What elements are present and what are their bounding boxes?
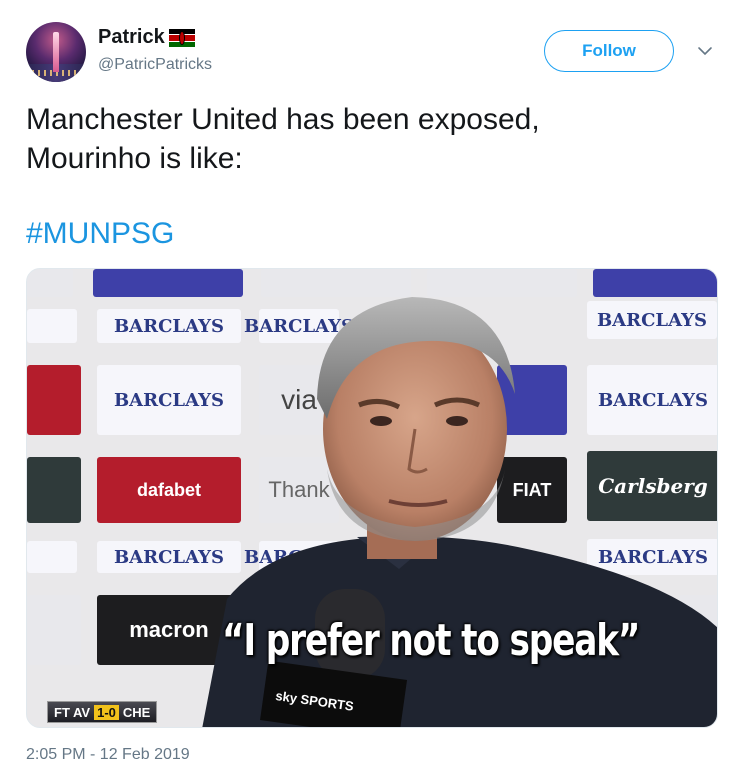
meme-caption: “I prefer not to speak” xyxy=(222,615,640,666)
tweet-timestamp[interactable]: 2:05 PM - 12 Feb 2019 xyxy=(26,746,190,764)
display-name[interactable]: Patrick xyxy=(98,26,165,49)
tweet-media-image[interactable]: BARCLAYS BARCLAYS BARCLAYS BARCLAYS via … xyxy=(26,268,718,728)
tweet-text-line: Manchester United has been exposed, xyxy=(26,103,540,136)
follow-button[interactable]: Follow xyxy=(544,30,674,72)
user-avatar[interactable] xyxy=(26,22,86,82)
tweet-text-line: Mourinho is like: xyxy=(26,142,243,175)
name-row: Patrick xyxy=(98,26,195,49)
chevron-down-icon[interactable] xyxy=(696,42,714,60)
hashtag-link[interactable]: #MUNPSG xyxy=(26,214,174,254)
scoreboard-score: 1-0 xyxy=(94,704,119,720)
tweet-text: Manchester United has been exposed, Mour… xyxy=(26,100,726,178)
kenya-flag-icon xyxy=(168,28,195,47)
scoreboard-label: FT AV xyxy=(54,704,91,720)
tweet-header: Patrick @PatricPatricks Follow xyxy=(26,22,726,86)
scoreboard-team: CHE xyxy=(122,704,151,720)
scoreboard: FT AV 1-0 CHE xyxy=(47,701,158,723)
user-handle[interactable]: @PatricPatricks xyxy=(98,56,212,74)
avatar-tower-image xyxy=(53,32,59,72)
